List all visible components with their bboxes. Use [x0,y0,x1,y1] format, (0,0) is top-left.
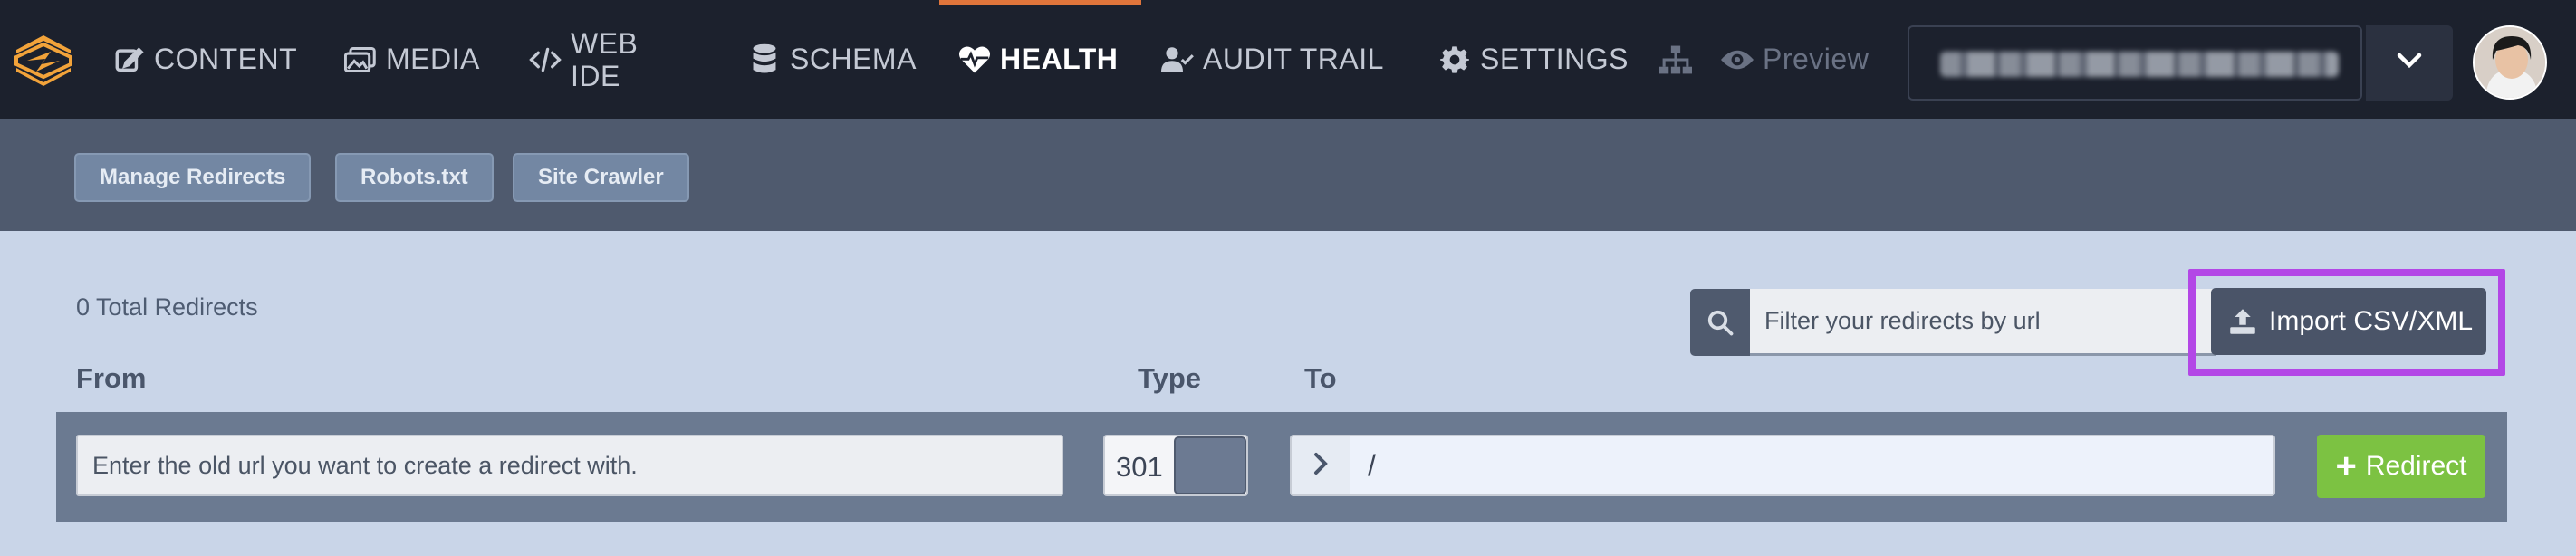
site-selector[interactable] [1908,25,2362,101]
nav-schema[interactable]: SCHEMA [748,0,917,119]
nav-label: Preview [1763,43,1870,75]
redirect-filter [1690,289,2216,356]
nav-label: AUDIT TRAIL [1203,43,1384,75]
nav-label-line2: IDE [571,59,620,92]
nav-health[interactable]: HEALTH [958,0,1118,119]
redirect-type-toggle[interactable] [1174,436,1246,494]
to-prefix [1290,435,1351,496]
heartbeat-icon [958,43,991,76]
images-icon [344,43,377,76]
chevron-right-icon [1312,452,1329,480]
sitemap-button[interactable] [1659,0,1701,119]
redirect-type-value: 301 [1116,451,1163,483]
plus-icon: + [2335,446,2357,486]
search-icon[interactable] [1690,289,1750,356]
to-url-input[interactable] [1350,435,2275,496]
manage-redirects-button[interactable]: Manage Redirects [74,153,312,202]
site-crawler-button[interactable]: Site Crawler [513,153,689,202]
nav-label: SCHEMA [790,43,917,75]
nav-audit-trail[interactable]: AUDIT TRAIL [1161,0,1384,119]
nav-label: SETTINGS [1480,43,1629,75]
chevron-down-icon [2396,52,2423,74]
site-selector-toggle[interactable] [2366,25,2453,101]
upload-icon [2229,308,2256,335]
health-subnav: Manage Redirects Robots.txt Site Crawler [0,119,2576,231]
sitemap-icon [1659,43,1692,76]
filter-input[interactable] [1750,289,2216,356]
top-navigation: CONTENT MEDIA WEB IDE SCHEMA HEALTH AUDI… [0,0,2576,119]
nav-label: MEDIA [386,43,480,75]
nav-label: CONTENT [154,43,298,75]
edit-icon [112,43,145,76]
nav-label: HEALTH [1000,43,1119,75]
type-column-label: Type [1138,362,1202,394]
from-column-label: From [76,362,147,394]
database-icon [748,43,781,76]
to-column-label: To [1304,362,1337,394]
user-check-icon [1161,43,1194,76]
total-redirects-count: 0 Total Redirects [76,293,258,321]
add-redirect-button[interactable]: + Redirect [2317,435,2485,498]
gear-icon [1438,43,1471,76]
import-label: Import CSV/XML [2269,306,2474,336]
nav-settings[interactable]: SETTINGS [1438,0,1629,119]
user-avatar[interactable] [2473,25,2547,100]
eye-icon [1721,43,1754,76]
code-icon [529,43,562,76]
add-redirect-label: Redirect [2365,451,2467,481]
app-logo-icon[interactable] [14,34,72,88]
nav-preview[interactable]: Preview [1721,0,1869,119]
import-csv-xml-button[interactable]: Import CSV/XML [2211,288,2486,355]
from-url-input[interactable] [76,435,1063,496]
robots-txt-button[interactable]: Robots.txt [335,153,494,202]
nav-media[interactable]: MEDIA [344,0,480,119]
nav-content[interactable]: CONTENT [112,0,297,119]
nav-label-line1: WEB [571,26,639,60]
site-name-blurred [1940,52,2339,77]
nav-web-ide[interactable]: WEB IDE [529,0,638,119]
